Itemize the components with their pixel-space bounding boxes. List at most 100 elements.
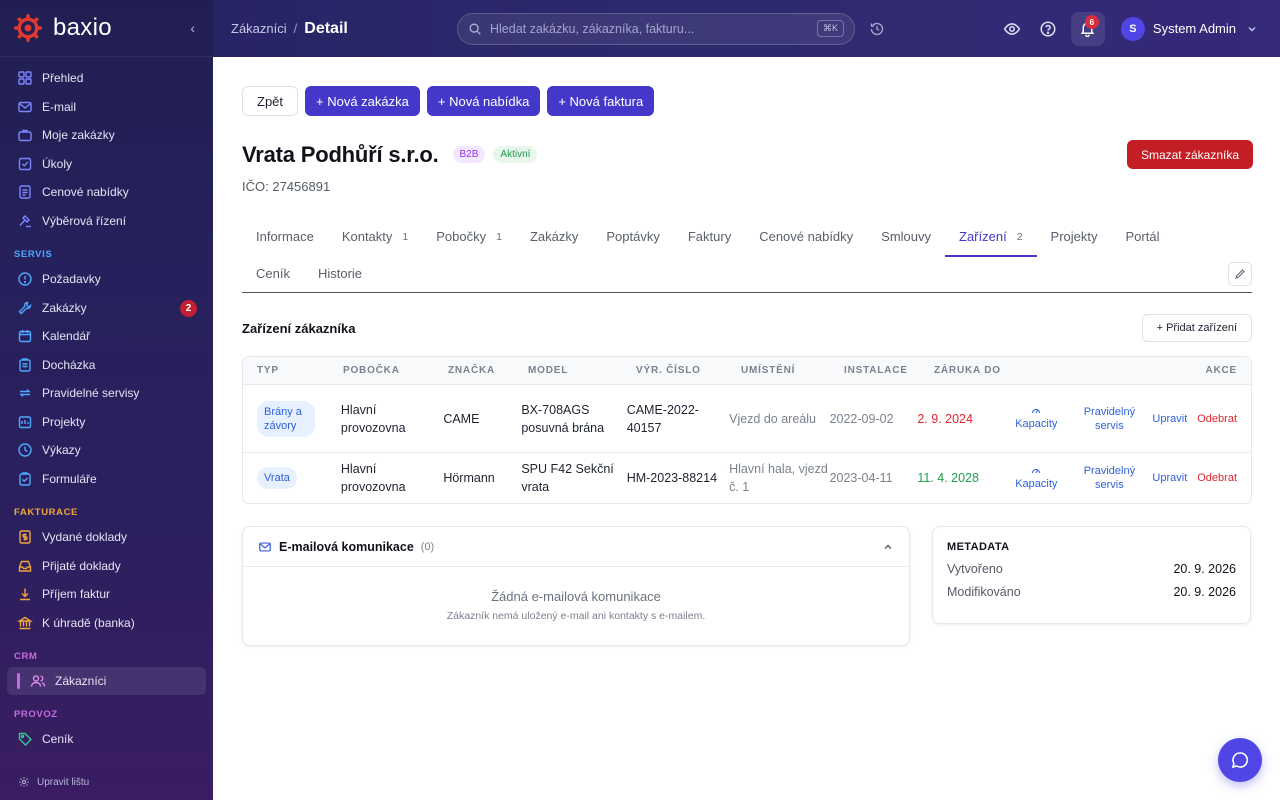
- mail-icon: [18, 101, 32, 112]
- email-card-header[interactable]: E-mailová komunikace (0): [243, 527, 909, 567]
- device-type-badge: Vrata: [257, 467, 297, 489]
- table-header: TYP POBOČKA ZNAČKA MODEL VÝR. ČÍSLO UMÍS…: [243, 357, 1251, 385]
- tab-pobocky[interactable]: Pobočky 1: [422, 218, 516, 255]
- table-row: Brány a závory Hlavní provozovna CAME BX…: [243, 385, 1251, 453]
- edit-sidebar-label: Upravit lištu: [37, 776, 90, 788]
- sidebar-item-kalendar[interactable]: Kalendář: [0, 322, 213, 351]
- sidebar-item-vykazy[interactable]: Výkazy: [0, 436, 213, 465]
- capacity-button[interactable]: Kapacity: [1015, 466, 1057, 491]
- capacity-button[interactable]: Kapacity: [1015, 406, 1057, 431]
- notifications-button[interactable]: 6: [1070, 11, 1105, 46]
- sidebar-item-cenik[interactable]: Ceník: [0, 725, 213, 754]
- remove-device-button[interactable]: Odebrat: [1197, 412, 1237, 426]
- metadata-value: 20. 9. 2026: [1173, 585, 1236, 599]
- new-order-button[interactable]: + Nová zakázka: [305, 86, 420, 116]
- tab-poptavky[interactable]: Poptávky: [592, 218, 673, 255]
- devices-header: Zařízení zákazníka + Přidat zařízení: [242, 314, 1252, 342]
- logo-text: baxio: [53, 14, 112, 41]
- edit-tabs-button[interactable]: [1228, 261, 1252, 286]
- sidebar-item-pozadavky[interactable]: Požadavky: [0, 265, 213, 294]
- sidebar-item-ukoly[interactable]: Úkoly: [0, 150, 213, 179]
- tab-label: Historie: [317, 266, 363, 281]
- regular-service-button[interactable]: Pravidelný servis: [1081, 405, 1137, 433]
- column-header: POBOČKA: [343, 365, 400, 376]
- metadata-row-created: Vytvořeno 20. 9. 2026: [947, 562, 1236, 576]
- chevron-up-icon[interactable]: [882, 541, 894, 553]
- sidebar-item-vyberova-rizeni[interactable]: Výběrová řízení: [0, 207, 213, 236]
- nav-section-provoz: PROVOZ: [14, 709, 58, 720]
- edit-device-button[interactable]: Upravit: [1152, 412, 1187, 426]
- eye-icon[interactable]: [1003, 20, 1021, 38]
- tab-projekty[interactable]: Projekty: [1037, 218, 1112, 255]
- add-device-button[interactable]: + Přidat zařízení: [1141, 314, 1252, 342]
- gavel-icon: [19, 214, 31, 227]
- tabs-row-2: Ceník Historie: [242, 255, 1252, 292]
- table-row: Vrata Hlavní provozovna Hörmann SPU F42 …: [243, 453, 1251, 503]
- sidebar-item-formulare[interactable]: Formuláře: [0, 465, 213, 494]
- chevron-down-icon[interactable]: [1246, 23, 1258, 35]
- nav-section-crm: CRM: [14, 651, 38, 662]
- sidebar-item-pravidelne-servisy[interactable]: Pravidelné servisy: [0, 379, 213, 408]
- sidebar-item-prehled[interactable]: Přehled: [0, 64, 213, 93]
- avatar[interactable]: S: [1120, 16, 1145, 41]
- gauge-icon: [1032, 409, 1041, 414]
- tab-cenik[interactable]: Ceník: [242, 255, 304, 292]
- sidebar-item-prijem-faktur[interactable]: Příjem faktur: [0, 580, 213, 609]
- help-icon[interactable]: [1039, 20, 1057, 38]
- sidebar-item-label: Příjem faktur: [42, 587, 111, 602]
- tab-label: Kontakty: [341, 229, 393, 244]
- back-button[interactable]: Zpět: [242, 86, 299, 116]
- sidebar-item-moje-zakazky[interactable]: Moje zakázky: [0, 121, 213, 150]
- sidebar-item-zakazky[interactable]: Zakázky 2: [0, 294, 213, 323]
- sidebar-item-email[interactable]: E-mail: [0, 93, 213, 122]
- email-count: (0): [420, 540, 435, 553]
- edit-sidebar-link[interactable]: Upravit lištu: [18, 776, 89, 788]
- tab-zarizeni[interactable]: Zařízení 2: [945, 218, 1037, 257]
- sidebar-item-prijate-doklady[interactable]: Přijaté doklady: [0, 552, 213, 581]
- metadata-row-modified: Modifikováno 20. 9. 2026: [947, 585, 1236, 599]
- tab-kontakty[interactable]: Kontakty 1: [328, 218, 422, 255]
- sidebar-item-dochazka[interactable]: Docházka: [0, 351, 213, 380]
- delete-customer-button[interactable]: Smazat zákazníka: [1126, 140, 1253, 169]
- user-name[interactable]: System Admin: [1153, 21, 1236, 36]
- global-search[interactable]: ⌘K: [457, 12, 855, 45]
- collapse-sidebar-button[interactable]: ‹: [190, 20, 195, 36]
- regular-service-button[interactable]: Pravidelný servis: [1081, 464, 1137, 492]
- tab-count: 1: [402, 230, 409, 243]
- remove-device-button[interactable]: Odebrat: [1197, 471, 1237, 485]
- tab-cenove-nabidky[interactable]: Cenové nabídky: [745, 218, 867, 255]
- sidebar-item-k-uhrade[interactable]: K úhradě (banka): [0, 609, 213, 638]
- customer-type-badge: B2B: [452, 146, 486, 163]
- tab-portal[interactable]: Portál: [1112, 218, 1174, 255]
- edit-device-button[interactable]: Upravit: [1152, 471, 1187, 485]
- new-invoice-button[interactable]: + Nová faktura: [547, 86, 655, 116]
- notifications-badge: 6: [1084, 14, 1099, 29]
- tab-zakazky[interactable]: Zakázky: [516, 218, 592, 255]
- history-icon[interactable]: [869, 21, 885, 37]
- tab-informace[interactable]: Informace: [242, 218, 328, 255]
- search-input[interactable]: [490, 21, 817, 36]
- form-icon: [19, 472, 31, 486]
- empty-state-title: Žádná e-mailová komunikace: [491, 589, 661, 604]
- column-header: INSTALACE: [844, 365, 908, 376]
- sidebar-item-projekty[interactable]: Projekty: [0, 408, 213, 437]
- new-offer-button[interactable]: + Nová nabídka: [426, 86, 541, 116]
- nav-section-servis: SERVIS: [14, 249, 53, 260]
- wrench-icon: [18, 301, 32, 315]
- device-serial: CAME-2022-40157: [626, 402, 699, 435]
- device-model: BX-708AGS posuvná brána: [521, 402, 605, 435]
- chat-button[interactable]: [1218, 738, 1262, 782]
- sidebar-item-cenove-nabidky[interactable]: Cenové nabídky: [0, 178, 213, 207]
- breadcrumb-parent[interactable]: Zákazníci: [231, 21, 287, 36]
- tab-faktury[interactable]: Faktury: [674, 218, 745, 255]
- tab-historie[interactable]: Historie: [304, 255, 376, 292]
- mail-icon: [259, 541, 271, 552]
- device-type-badge: Brány a závory: [257, 400, 315, 437]
- dollar-doc-icon: [19, 530, 31, 544]
- breadcrumb: Zákazníci / Detail: [231, 20, 457, 38]
- users-icon: [30, 675, 46, 687]
- tab-smlouvy[interactable]: Smlouvy: [867, 218, 945, 255]
- page-title: Vrata Podhůří s.r.o.: [242, 141, 439, 167]
- sidebar-item-vydane-doklady[interactable]: Vydané doklady: [0, 523, 213, 552]
- sidebar-item-zakaznici[interactable]: Zákazníci: [7, 667, 206, 695]
